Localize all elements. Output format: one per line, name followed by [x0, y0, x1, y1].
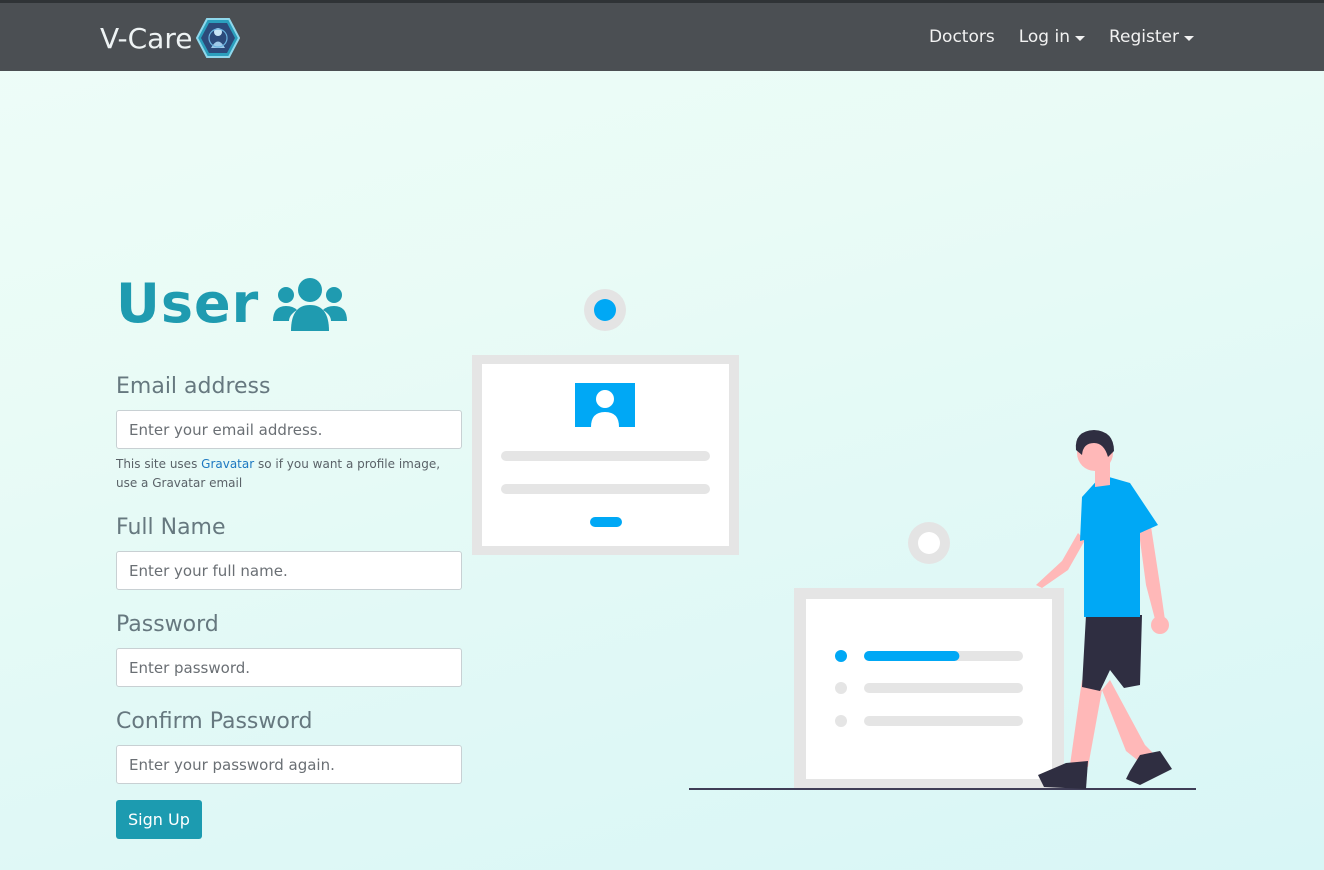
- confirm-password-field[interactable]: [116, 745, 462, 784]
- nav-links: Doctors Log in Register: [929, 27, 1194, 47]
- nav-doctors-label: Doctors: [928, 27, 995, 47]
- nav-register-dropdown[interactable]: Register: [1109, 27, 1194, 47]
- checklist-card: [794, 588, 1064, 790]
- full-name-label: Full Name: [116, 515, 226, 540]
- email-label: Email address: [116, 374, 271, 399]
- nav-login-dropdown[interactable]: Log in: [1019, 27, 1085, 47]
- helper-prefix: This site uses: [116, 457, 202, 471]
- brand-name: V-Care: [100, 21, 193, 55]
- form-header: User: [116, 270, 462, 336]
- marker-dot-top: [594, 299, 616, 321]
- nav-doctors-link[interactable]: Doctors: [929, 27, 995, 47]
- gravatar-link[interactable]: Gravatar: [201, 457, 254, 471]
- caret-down-icon: [1075, 35, 1085, 41]
- brand-link[interactable]: V-Care: [100, 17, 241, 59]
- email-helper-text: This site uses Gravatar so if you want a…: [116, 455, 462, 493]
- full-name-field[interactable]: [116, 551, 462, 590]
- signup-form: User Email address This site uses Gravat…: [116, 270, 462, 839]
- page-title: User: [116, 271, 260, 335]
- caret-down-icon: [1184, 35, 1194, 41]
- top-navbar: V-Care Doctors Log in Register: [0, 0, 1324, 71]
- signup-illustration: [472, 289, 1196, 790]
- profile-card: [472, 355, 739, 555]
- email-field[interactable]: [116, 410, 462, 449]
- sign-up-button[interactable]: Sign Up: [116, 800, 202, 839]
- password-field[interactable]: [116, 648, 462, 687]
- nav-register-label: Register: [1109, 27, 1179, 47]
- nav-login-label: Log in: [1018, 27, 1070, 47]
- confirm-password-label: Confirm Password: [116, 709, 313, 734]
- users-icon: [273, 278, 348, 331]
- progress-fill: [864, 651, 960, 661]
- password-label: Password: [116, 612, 219, 637]
- brand-logo-icon: [196, 18, 241, 58]
